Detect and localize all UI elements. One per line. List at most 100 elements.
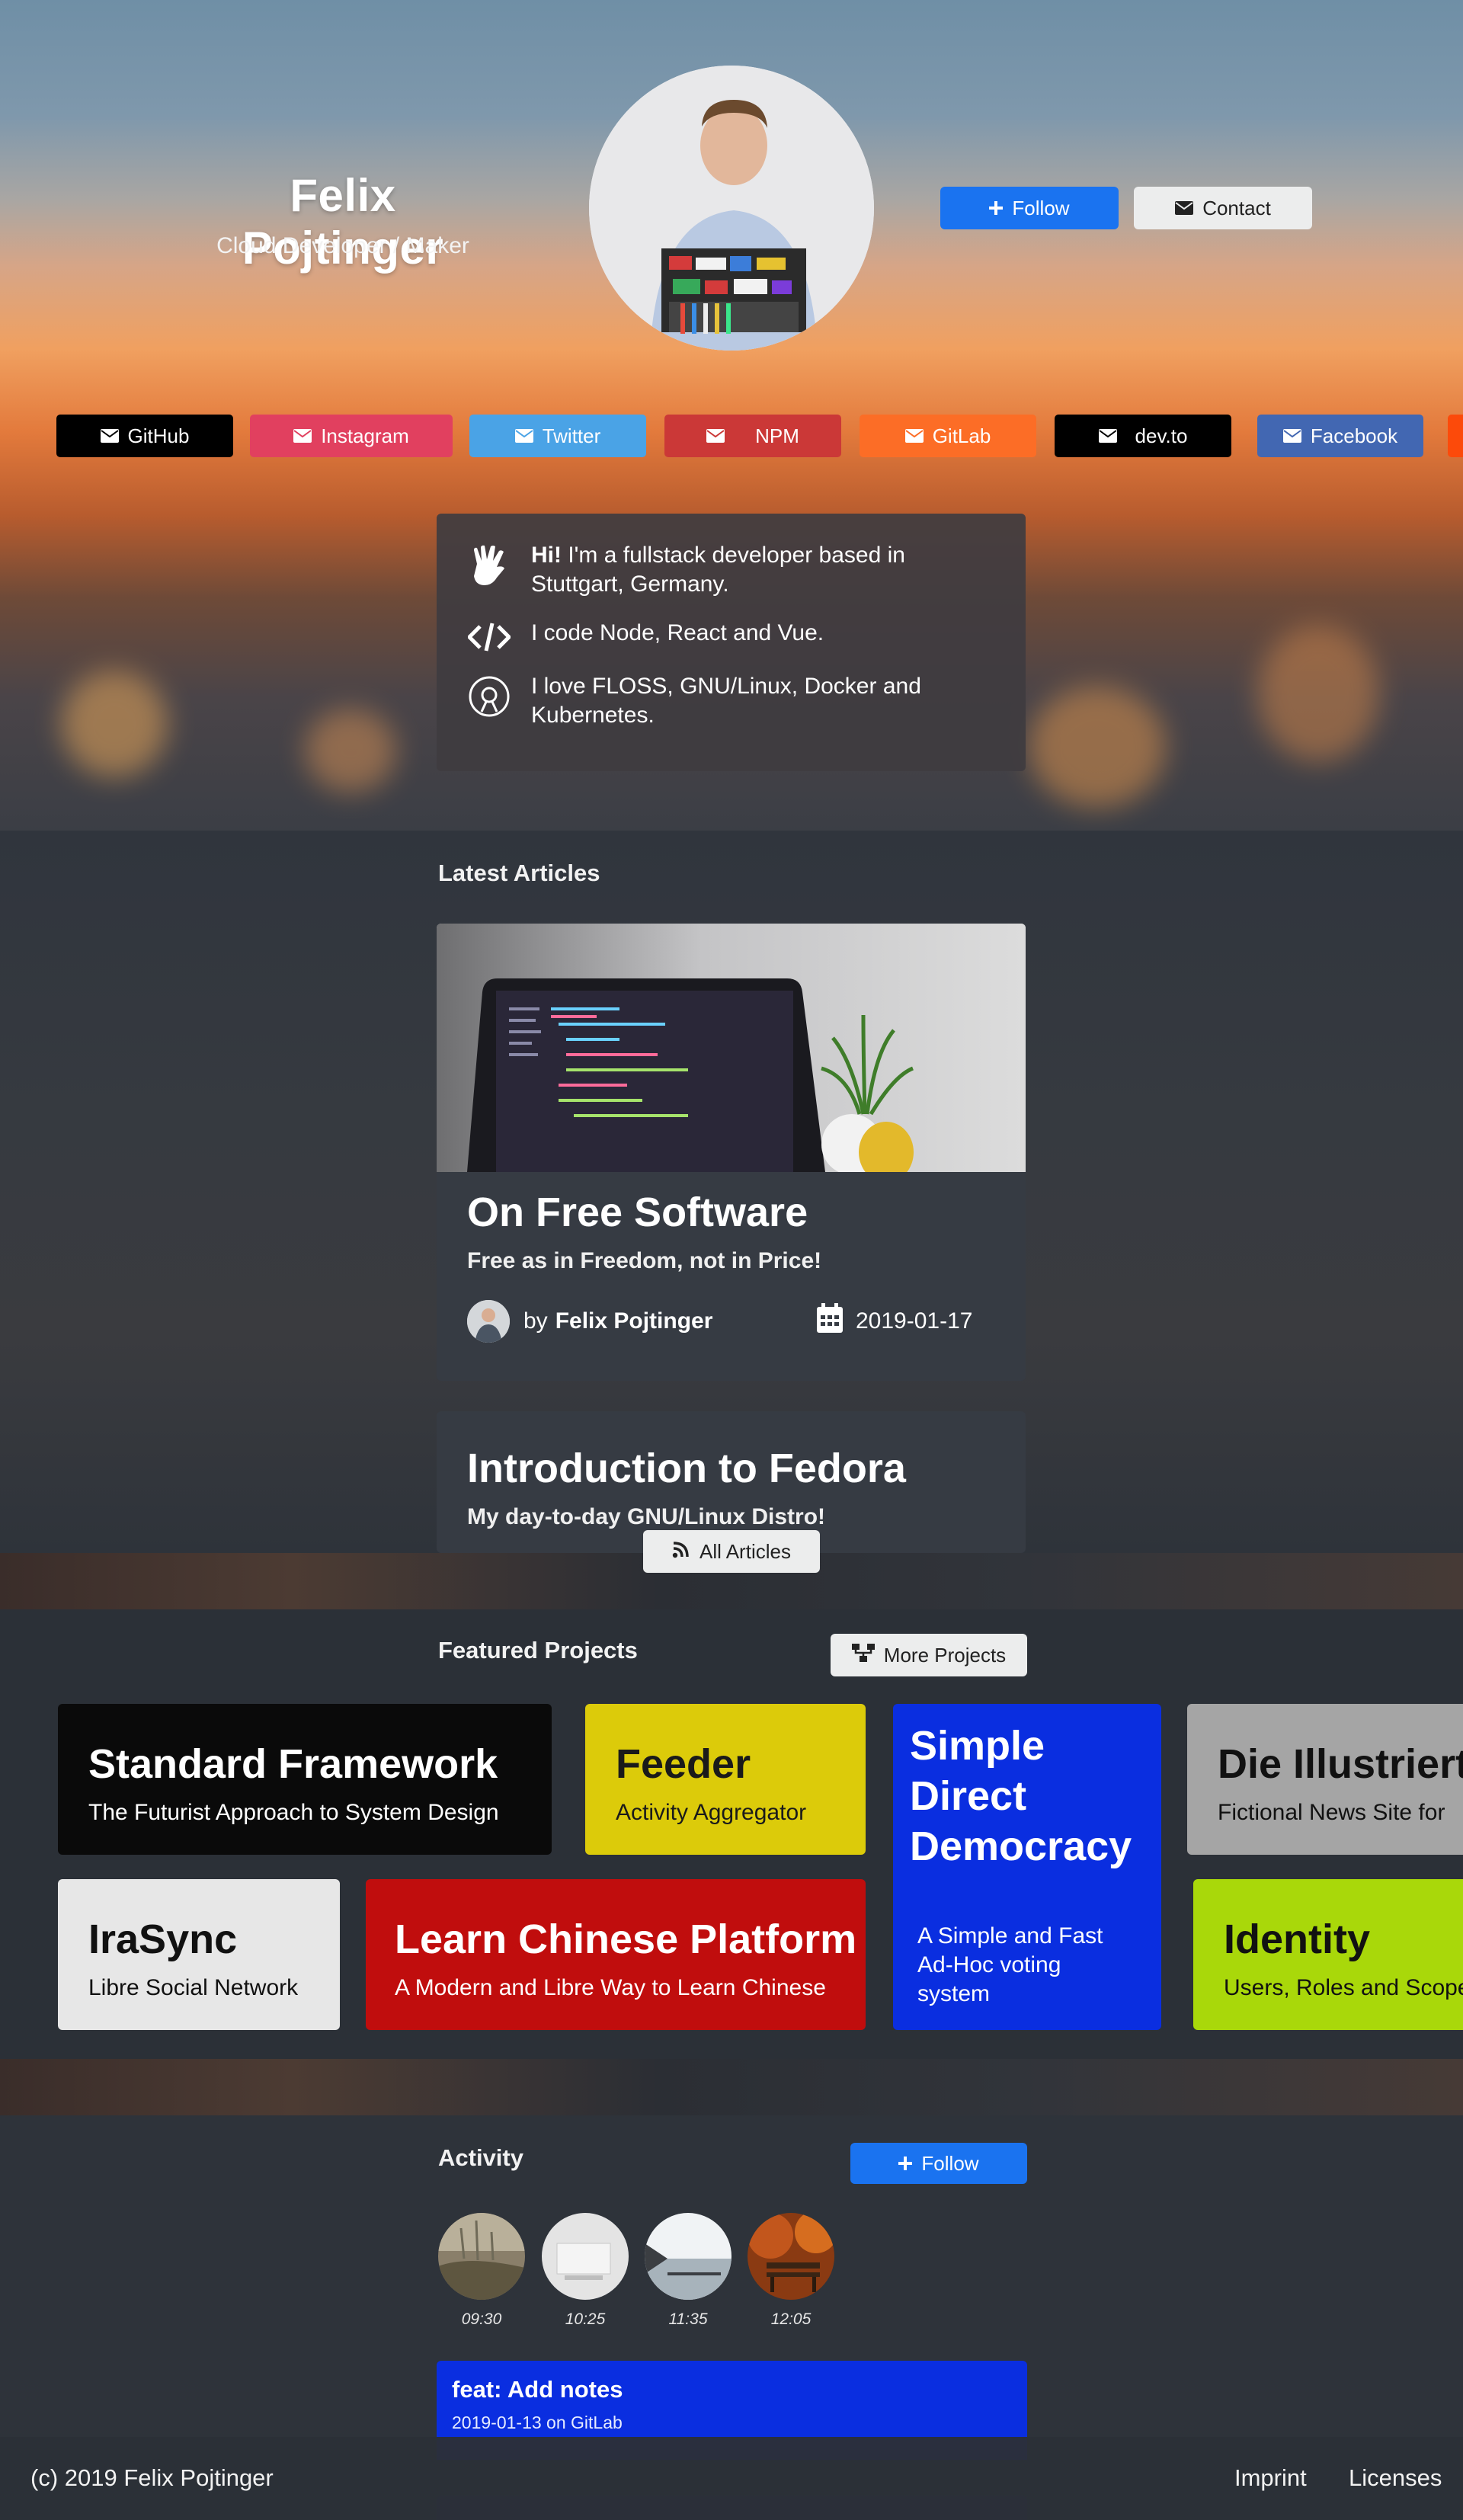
envelope-icon [1282, 424, 1301, 448]
activity-time: 09:30 [461, 2310, 502, 2328]
plus-icon [989, 197, 1004, 220]
section-divider [0, 2059, 1463, 2115]
about-row-floss: I love FLOSS, GNU/Linux, Docker and Kube… [466, 672, 995, 730]
activity-time: 12:05 [770, 2310, 812, 2328]
project-subtitle: The Futurist Approach to System Design [88, 1800, 499, 1825]
footer-licenses-link[interactable]: Licenses [1349, 2464, 1442, 2492]
project-card-die-illustrierte[interactable]: Die Illustrierte Fictional News Site for [1187, 1704, 1463, 1855]
desk-photo-icon [542, 2213, 629, 2300]
projects-section: Featured Projects More Projects Standard… [0, 1609, 1463, 2059]
project-card-learn-chinese[interactable]: Learn Chinese Platform A Modern and Libr… [366, 1879, 866, 2030]
projects-section-title: Featured Projects [438, 1637, 638, 1663]
social-devto-button[interactable]: dev.to [1055, 415, 1231, 457]
follow-button-label: Follow [1012, 196, 1070, 219]
footer: (c) 2019 Felix Pojtinger Imprint License… [0, 2437, 1463, 2520]
open-source-icon [466, 672, 513, 718]
project-card-standard-framework[interactable]: Standard Framework The Futurist Approach… [58, 1704, 552, 1855]
activity-follow-label: Follow [921, 2151, 979, 2175]
activity-time: 10:25 [565, 2310, 606, 2328]
bokeh-light [1257, 625, 1379, 762]
activity-follow-button[interactable]: Follow [850, 2143, 1027, 2184]
social-facebook-label: Facebook [1310, 424, 1398, 447]
bokeh-light [305, 709, 396, 793]
about-row-location: Hi! I'm a fullstack developer based in S… [466, 541, 995, 599]
social-instagram-label: Instagram [321, 424, 409, 447]
more-projects-label: More Projects [883, 1643, 1007, 1667]
social-twitter-label: Twitter [542, 424, 601, 447]
project-card-identity[interactable]: Identity Users, Roles and Scope [1193, 1879, 1463, 2030]
laptop-photo-icon [437, 924, 1026, 1172]
activity-item-title: feat: Add notes [452, 2376, 623, 2403]
project-title: Learn Chinese Platform [395, 1916, 857, 1962]
bokeh-light [61, 671, 168, 777]
envelope-icon [514, 424, 533, 448]
autumn-bench-photo-icon [748, 2213, 834, 2300]
project-title: Identity [1224, 1916, 1371, 1962]
project-title: Simple Direct Democracy [910, 1723, 1132, 1869]
rss-icon [672, 1540, 689, 1564]
activity-section-title: Activity [438, 2144, 523, 2171]
social-links: GitHub Instagram Twitter NPM GitLab dev.… [0, 415, 1463, 459]
article-date-value: 2019-01-17 [856, 1308, 973, 1334]
article-card[interactable]: On Free Software Free as in Freedom, not… [437, 924, 1026, 1381]
plus-icon [898, 2152, 913, 2176]
sky-photo-icon [645, 2213, 732, 2300]
activity-thumb[interactable] [438, 2213, 525, 2300]
more-projects-button[interactable]: More Projects [831, 1634, 1027, 1676]
all-articles-button[interactable]: All Articles [643, 1530, 820, 1573]
social-npm-label: NPM [755, 424, 799, 447]
article-date: 2019-01-17 [816, 1303, 972, 1340]
activity-thumb[interactable] [542, 2213, 629, 2300]
profile-avatar [589, 66, 874, 351]
about-card: Hi! I'm a fullstack developer based in S… [437, 514, 1026, 771]
about-row-code: I code Node, React and Vue. [466, 619, 995, 652]
bokeh-light [1029, 686, 1166, 808]
social-more-button[interactable] [1448, 415, 1463, 457]
envelope-icon [904, 424, 924, 448]
footer-copyright: (c) 2019 Felix Pojtinger [30, 2464, 274, 2491]
nature-photo-icon [438, 2213, 525, 2300]
article-by: by [523, 1308, 548, 1334]
hero-section: Felix Pojtinger Cloud Developer / Maker [0, 0, 1463, 831]
article-author[interactable]: Felix Pojtinger [555, 1308, 713, 1334]
social-devto-label: dev.to [1135, 424, 1188, 447]
about-line2: I code Node, React and Vue. [531, 620, 824, 645]
project-card-irasync[interactable]: IraSync Libre Social Network [58, 1879, 340, 2030]
all-articles-label: All Articles [699, 1539, 791, 1563]
contact-button[interactable]: Contact [1134, 187, 1312, 229]
social-github-button[interactable]: GitHub [56, 415, 233, 457]
follow-button[interactable]: Follow [940, 187, 1119, 229]
project-card-feeder[interactable]: Feeder Activity Aggregator [585, 1704, 866, 1855]
social-twitter-button[interactable]: Twitter [469, 415, 646, 457]
article-meta: by Felix Pojtinger [467, 1300, 712, 1343]
about-line3: I love FLOSS, GNU/Linux, Docker and Kube… [531, 674, 921, 728]
profile-role: Cloud Developer / Maker [216, 233, 469, 258]
article-title[interactable]: On Free Software [467, 1189, 808, 1236]
project-card-simple-direct-democracy[interactable]: Simple Direct Democracy A Simple and Fas… [893, 1704, 1161, 2030]
sitemap-icon [851, 1643, 875, 1667]
about-hi: Hi! [531, 543, 562, 568]
article-image [437, 924, 1026, 1172]
project-title: IraSync [88, 1916, 238, 1962]
activity-time: 11:35 [668, 2310, 708, 2328]
social-instagram-button[interactable]: Instagram [250, 415, 453, 457]
project-subtitle: Activity Aggregator [616, 1800, 807, 1825]
project-subtitle: A Modern and Libre Way to Learn Chinese [395, 1975, 826, 2000]
social-facebook-button[interactable]: Facebook [1257, 415, 1423, 457]
envelope-icon [293, 424, 312, 448]
footer-imprint-link[interactable]: Imprint [1234, 2464, 1307, 2492]
project-subtitle: Fictional News Site for [1218, 1800, 1445, 1825]
social-gitlab-button[interactable]: GitLab [860, 415, 1036, 457]
project-subtitle: Users, Roles and Scope [1224, 1975, 1463, 2000]
articles-section: Latest Articles On Free Software Free as… [0, 831, 1463, 1553]
activity-thumb[interactable] [645, 2213, 732, 2300]
social-github-label: GitHub [127, 424, 190, 447]
social-npm-button[interactable]: NPM [664, 415, 841, 457]
envelope-icon [1098, 424, 1117, 448]
project-title: Feeder [616, 1741, 751, 1787]
article-subtitle: My day-to-day GNU/Linux Distro! [467, 1504, 826, 1529]
article-subtitle: Free as in Freedom, not in Price! [467, 1248, 822, 1273]
article-title[interactable]: Introduction to Fedora [467, 1445, 906, 1492]
activity-thumb[interactable] [748, 2213, 834, 2300]
contact-button-label: Contact [1202, 196, 1271, 219]
